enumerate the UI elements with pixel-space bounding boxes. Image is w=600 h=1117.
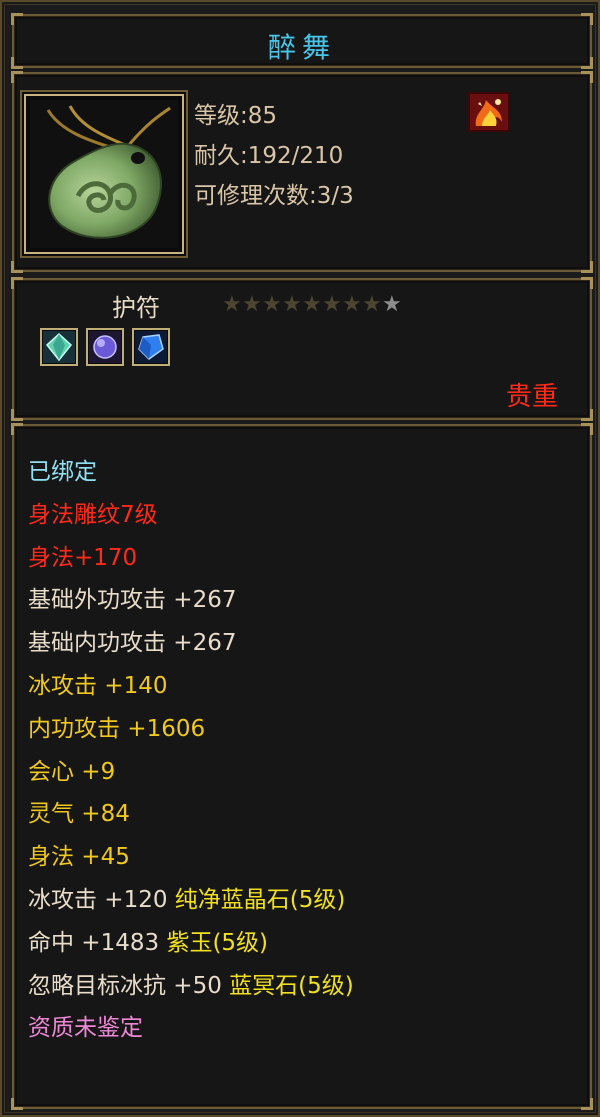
attribute-text: 冰攻击 +140 xyxy=(28,672,168,699)
gem-slot-3[interactable] xyxy=(132,328,170,366)
attribute-line: 冰攻击 +140 xyxy=(28,668,354,711)
star-empty-icon: ★ xyxy=(222,292,243,317)
level-stat: 等级:85 xyxy=(194,103,278,129)
attribute-text: 命中 +1483 xyxy=(28,929,167,956)
star-empty-icon: ★ xyxy=(282,292,303,317)
star-empty-icon: ★ xyxy=(322,292,343,317)
durability-stat: 耐久:192/210 xyxy=(194,143,344,169)
attribute-text: 身法雕纹7级 xyxy=(28,501,158,528)
attribute-text: 灵气 +84 xyxy=(28,801,130,828)
attribute-line: 灵气 +84 xyxy=(28,796,354,839)
star-empty-icon: ★ xyxy=(342,292,363,317)
attribute-line: 会心 +9 xyxy=(28,754,354,797)
item-type-label: 护符 xyxy=(112,294,160,322)
attribute-line: 基础内功攻击 +267 xyxy=(28,625,354,668)
item-icon[interactable] xyxy=(24,94,184,254)
attribute-text: 资质未鉴定 xyxy=(28,1015,143,1042)
gem-slot-1[interactable] xyxy=(40,328,78,366)
star-lit-icon: ★ xyxy=(382,292,403,317)
attribute-list: 已绑定身法雕纹7级 身法+170 基础外功攻击 +267 基础内功攻击 +267 冰攻击… xyxy=(28,454,354,1053)
attribute-text: 忽略目标冰抗 +50 xyxy=(28,972,230,999)
item-tooltip: 醉舞 等级:85 耐久:192/210 可修理次数:3/3 护符 ★★★★★★★… xyxy=(0,0,600,1117)
attribute-text: 身法 +45 xyxy=(28,844,130,871)
attribute-text: 内功攻击 +1606 xyxy=(28,715,206,742)
attribute-line: 冰攻击 +120 纯净蓝晶石(5级) xyxy=(28,882,354,925)
attribute-text: 紫玉(5级) xyxy=(166,929,269,956)
purple-gem-icon xyxy=(89,331,121,363)
attribute-line: 身法 +45 xyxy=(28,839,354,882)
attribute-line: 资质未鉴定 xyxy=(28,1010,354,1053)
attribute-text: 冰攻击 +120 xyxy=(28,886,175,913)
attribute-line: 身法+170 xyxy=(28,540,354,583)
item-type-panel: 护符 ★★★★★★★★★ 贵重 xyxy=(11,277,593,421)
star-rating: ★★★★★★★★★ xyxy=(222,292,402,317)
star-empty-icon: ★ xyxy=(362,292,383,317)
item-name: 醉舞 xyxy=(267,31,336,64)
attribute-text: 基础外功攻击 +267 xyxy=(28,587,237,614)
title-panel: 醉舞 xyxy=(11,13,593,69)
attribute-line: 已绑定 xyxy=(28,454,354,497)
attribute-text: 蓝冥石(5级) xyxy=(229,972,354,999)
attribute-line: 身法雕纹7级 xyxy=(28,497,354,540)
star-empty-icon: ★ xyxy=(242,292,263,317)
star-empty-icon: ★ xyxy=(302,292,323,317)
repair-count-stat: 可修理次数:3/3 xyxy=(194,183,354,209)
attribute-text: 会心 +9 xyxy=(28,758,116,785)
attribute-line: 命中 +1483 紫玉(5级) xyxy=(28,925,354,968)
attribute-text: 纯净蓝晶石(5级) xyxy=(174,886,346,913)
jade-pendant-icon xyxy=(30,100,178,248)
attribute-text: 已绑定 xyxy=(28,459,97,485)
green-gem-icon xyxy=(43,331,75,363)
flame-badge-icon xyxy=(468,92,510,132)
rarity-label: 贵重 xyxy=(505,382,558,412)
attribute-line: 忽略目标冰抗 +50 蓝冥石(5级) xyxy=(28,968,354,1011)
attribute-line: 内功攻击 +1606 xyxy=(28,711,354,754)
attribute-line: 基础外功攻击 +267 xyxy=(28,582,354,625)
attributes-panel: 已绑定身法雕纹7级 身法+170 基础外功攻击 +267 基础内功攻击 +267 冰攻击… xyxy=(11,423,593,1110)
star-empty-icon: ★ xyxy=(262,292,283,317)
attribute-text: 基础内功攻击 +267 xyxy=(28,630,237,657)
item-info-panel: 等级:85 耐久:192/210 可修理次数:3/3 xyxy=(11,71,593,273)
attribute-text: 身法+170 xyxy=(28,544,138,571)
gem-slot-2[interactable] xyxy=(86,328,124,366)
blue-gem-icon xyxy=(135,331,167,363)
